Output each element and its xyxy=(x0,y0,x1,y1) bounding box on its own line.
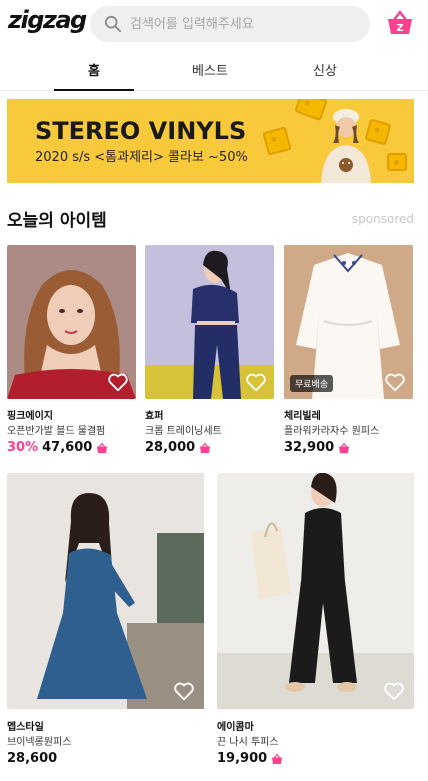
sponsored-label: sponsored xyxy=(351,212,414,226)
price-row: 32,900 xyxy=(284,440,350,455)
cheese-icon xyxy=(262,126,292,156)
heart-icon[interactable] xyxy=(384,371,406,393)
banner-title: STEREO VINYLS xyxy=(35,117,247,145)
zpay-basket-icon xyxy=(272,753,283,764)
svg-text:Z: Z xyxy=(396,23,403,34)
price-row: 19,900 xyxy=(217,751,283,766)
product-image[interactable] xyxy=(7,473,204,709)
banner-subtitle: 2020 s/s <톰과제리> 콜라보 ~50% xyxy=(35,150,248,165)
brand-name: 에이콤마 xyxy=(217,722,254,733)
brand-name: 멥스타일 xyxy=(7,722,44,733)
price: 47,600 xyxy=(42,440,93,455)
discount-rate: 30% xyxy=(7,440,39,455)
zpay-basket-icon xyxy=(339,442,350,453)
price: 32,900 xyxy=(284,440,335,455)
promo-banner[interactable]: STEREO VINYLS 2020 s/s <톰과제리> 콜라보 ~50% xyxy=(7,99,414,183)
tab-home[interactable]: 홈 xyxy=(54,55,134,91)
brand-name: 핑크에이지 xyxy=(7,411,53,422)
product-card[interactable]: 에이콤마 끈 나시 투피스 19,900 xyxy=(217,473,414,773)
heart-icon[interactable] xyxy=(383,680,405,702)
product-name: 브이넥롱원피스 xyxy=(7,737,72,748)
brand-name: 체리빌레 xyxy=(284,411,321,422)
tab-new[interactable]: 신상 xyxy=(285,55,365,91)
heart-icon[interactable] xyxy=(107,371,129,393)
brand-name: 효퍼 xyxy=(145,411,164,422)
price-row: 28,600 xyxy=(7,751,57,766)
search-input[interactable] xyxy=(130,16,350,32)
product-name: 플라워카라자수 원피스 xyxy=(284,426,380,437)
price: 28,000 xyxy=(145,440,196,455)
product-name: 오픈반가발 블드 물결펌 xyxy=(7,426,106,437)
cheese-icon xyxy=(387,153,407,171)
price-row: 30% 47,600 xyxy=(7,440,108,455)
product-card[interactable]: 효퍼 크롭 트레이닝세트 28,000 xyxy=(145,245,274,460)
shopping-basket-icon[interactable]: Z xyxy=(386,9,414,37)
search-bar[interactable] xyxy=(90,6,370,42)
model-image xyxy=(321,109,371,183)
price: 19,900 xyxy=(217,751,268,766)
zigzag-logo[interactable]: zigzag xyxy=(8,6,87,34)
product-card[interactable]: 핑크에이지 오픈반가발 블드 물결펌 30% 47,600 xyxy=(7,245,136,460)
zpay-basket-icon xyxy=(97,442,108,453)
price: 28,600 xyxy=(7,751,58,766)
tab-best[interactable]: 베스트 xyxy=(170,55,250,91)
product-name: 크롭 트레이닝세트 xyxy=(145,426,222,437)
price-row: 28,000 xyxy=(145,440,211,455)
product-image[interactable] xyxy=(217,473,414,709)
free-shipping-badge: 무료배송 xyxy=(290,375,334,392)
tab-bar: 홈 베스트 신상 xyxy=(0,55,428,91)
section-title: 오늘의 아이템 xyxy=(7,211,107,231)
product-card[interactable]: 멥스타일 브이넥롱원피스 28,600 xyxy=(7,473,204,773)
search-icon xyxy=(104,15,122,33)
product-card[interactable]: 무료배송 체리빌레 플라워카라자수 원피스 32,900 xyxy=(284,245,413,460)
heart-icon[interactable] xyxy=(173,680,195,702)
app-header: zigzag Z xyxy=(0,0,428,50)
product-name: 끈 나시 투피스 xyxy=(217,737,279,748)
zpay-basket-icon xyxy=(200,442,211,453)
heart-icon[interactable] xyxy=(245,371,267,393)
